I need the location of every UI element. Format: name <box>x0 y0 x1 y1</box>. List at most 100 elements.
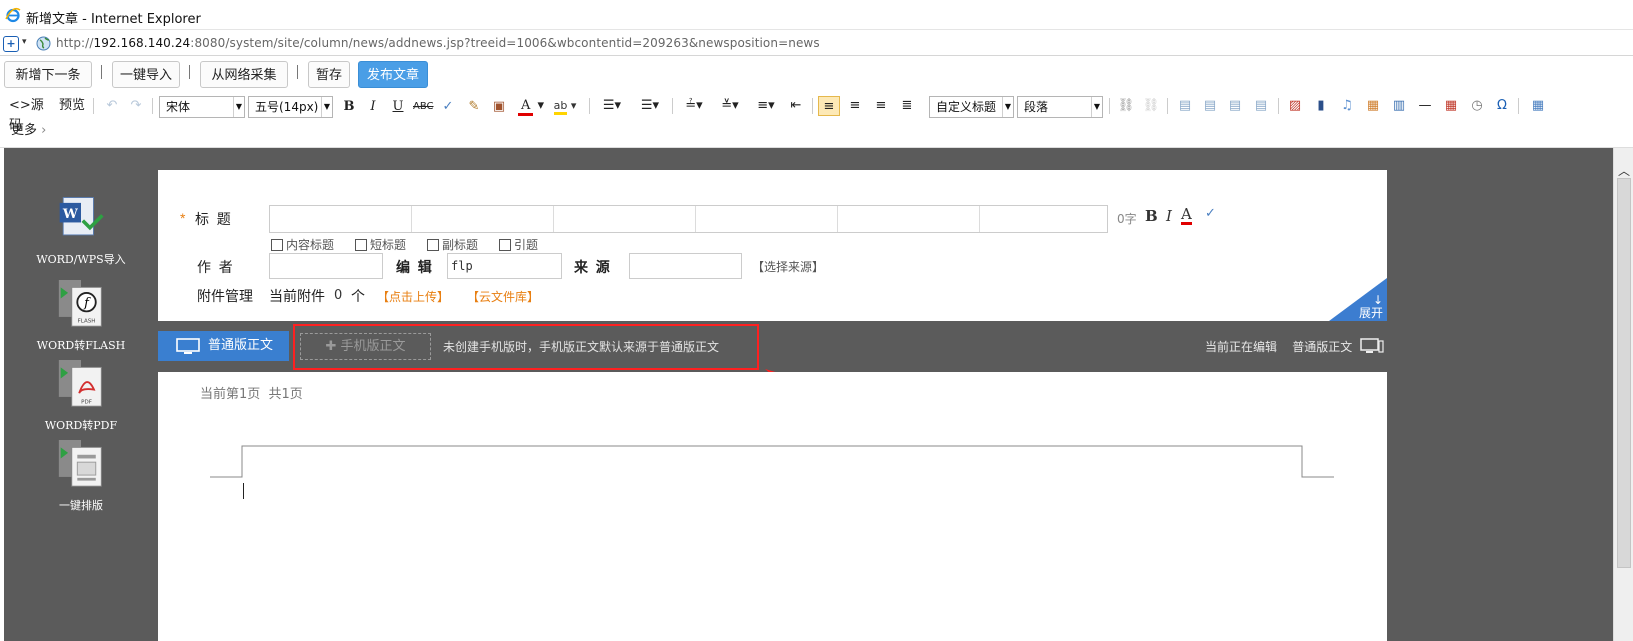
upload-link[interactable]: 【点击上传】 <box>377 288 449 305</box>
preview-button[interactable]: 预览 <box>57 96 87 116</box>
publish-button[interactable]: 发布文章 <box>358 61 428 88</box>
separator <box>1518 98 1519 114</box>
word-wps-import-tool[interactable]: W WORD/WPS导入 <box>26 194 136 267</box>
option-content-title[interactable]: 内容标题 <box>271 236 334 253</box>
select-source-link[interactable]: 【选择来源】 <box>752 258 824 275</box>
cloud-library-link[interactable]: 【云文件库】 <box>467 288 539 305</box>
insert-gallery-icon[interactable]: ▦ <box>1363 96 1383 116</box>
insert-template-icon[interactable]: ▥ <box>1389 96 1409 116</box>
bold-icon[interactable]: B <box>340 97 358 117</box>
redo-icon[interactable]: ↷ <box>126 96 146 116</box>
paragraph-value: 段落 <box>1024 100 1049 114</box>
chevron-down-icon: ▼ <box>321 97 332 117</box>
auto-format-icon <box>58 440 102 487</box>
title-spellcheck-icon[interactable]: ✓ <box>1205 206 1216 221</box>
line-height-icon[interactable]: ≡▾ <box>751 96 781 116</box>
document-panel[interactable] <box>158 372 1387 641</box>
url-host: 192.168.140.24 <box>93 36 191 50</box>
align-center-icon[interactable]: ≡ <box>845 96 865 116</box>
underline-icon[interactable]: U <box>389 97 407 117</box>
internet-explorer-icon <box>5 7 21 23</box>
window-titlebar: 新增文章 - Internet Explorer <box>0 0 1633 30</box>
ordered-list-icon[interactable]: ☰▾ <box>597 96 627 116</box>
image-right-icon[interactable]: ▤ <box>1225 96 1245 116</box>
paragraph-spacing-after-icon[interactable]: ≚▾ <box>715 96 745 116</box>
paragraph-spacing-before-icon[interactable]: ≟▾ <box>679 96 709 116</box>
align-left-icon[interactable]: ≡ <box>818 96 840 116</box>
horizontal-rule-icon[interactable]: — <box>1415 96 1435 116</box>
align-justify-icon[interactable]: ≣ <box>897 96 917 116</box>
font-color-icon[interactable]: A ▾ <box>514 96 548 116</box>
chevron-down-icon: ▾ <box>22 37 27 47</box>
option-lead-title[interactable]: 引题 <box>499 236 538 253</box>
separator <box>1278 98 1279 114</box>
source-input[interactable] <box>629 253 742 279</box>
option-short-title[interactable]: 短标题 <box>355 236 406 253</box>
title-italic-icon[interactable]: I <box>1166 207 1172 225</box>
word-to-flash-tool[interactable]: f FLASH WORD转FLASH <box>26 280 136 353</box>
special-char-icon[interactable]: Ω <box>1492 96 1512 116</box>
scrollbar-thumb[interactable] <box>1617 178 1631 568</box>
tool-label: WORD转FLASH <box>36 339 126 352</box>
font-size-select[interactable]: 五号(14px) ▼ <box>248 96 333 118</box>
title-input[interactable] <box>269 205 1108 233</box>
image-left-icon[interactable]: ▤ <box>1175 96 1195 116</box>
align-right-icon[interactable]: ≡ <box>871 96 891 116</box>
checkbox[interactable] <box>499 239 511 251</box>
tab-normal-version[interactable]: 普通版正文 <box>158 331 289 361</box>
title-color-icon[interactable]: A <box>1181 206 1192 225</box>
more-button[interactable]: 更多 › <box>11 121 61 141</box>
chevron-down-icon: ▼ <box>1091 97 1102 117</box>
checkbox[interactable] <box>271 239 283 251</box>
undo-icon[interactable]: ↶ <box>102 96 122 116</box>
new-tab-button[interactable]: + ▾ <box>3 36 31 52</box>
vertical-scrollbar[interactable]: ︿ <box>1613 148 1633 641</box>
auto-format-tool[interactable]: 一键排版 <box>26 440 136 513</box>
paragraph-select[interactable]: 段落 ▼ <box>1017 96 1103 118</box>
option-subtitle[interactable]: 副标题 <box>427 236 478 253</box>
web-collect-button[interactable]: 从网络采集 <box>200 61 288 88</box>
editor-input[interactable]: flp <box>447 253 562 279</box>
char-count: 0字 <box>1117 212 1137 226</box>
url-text[interactable]: http://192.168.140.24:8080/system/site/c… <box>56 36 820 50</box>
unlink-icon[interactable]: ⛓ <box>1141 96 1161 116</box>
paste-icon[interactable]: ▣ <box>489 97 509 117</box>
action-bar: 新增下一条 一键导入 从网络采集 暂存 发布文章 <box>0 57 1633 92</box>
link-icon[interactable]: ⛓ <box>1116 96 1136 116</box>
custom-heading-select[interactable]: 自定义标题 ▼ <box>929 96 1014 118</box>
insert-image-icon[interactable]: ▨ <box>1285 96 1305 116</box>
title-bold-icon[interactable]: B <box>1145 207 1158 225</box>
indent-icon[interactable]: ⇤ <box>786 96 806 116</box>
strikethrough-icon[interactable]: ABC <box>413 97 434 117</box>
spellcheck-icon[interactable]: ✓ <box>438 97 458 117</box>
insert-music-icon[interactable]: ♫ <box>1337 96 1357 116</box>
highlight-color-icon[interactable]: ab ▾ <box>549 96 581 116</box>
image-none-icon[interactable]: ▤ <box>1200 96 1220 116</box>
svg-text:FLASH: FLASH <box>78 318 96 324</box>
insert-video-icon[interactable]: ▮ <box>1311 96 1331 116</box>
attachment-count: 0 <box>334 288 343 303</box>
new-next-button[interactable]: 新增下一条 <box>4 61 92 88</box>
globe-icon <box>36 36 51 51</box>
expand-button[interactable]: ↓ 展开 <box>1329 278 1387 321</box>
checkbox[interactable] <box>355 239 367 251</box>
one-click-import-button[interactable]: 一键导入 <box>112 61 180 88</box>
insert-table-icon[interactable]: ▦ <box>1527 96 1549 116</box>
insert-date-icon[interactable]: ▦ <box>1441 96 1461 116</box>
font-family-select[interactable]: 宋体 ▼ <box>159 96 245 118</box>
checkbox[interactable] <box>427 239 439 251</box>
image-center-icon[interactable]: ▤ <box>1251 96 1271 116</box>
unordered-list-icon[interactable]: ☰▾ <box>635 96 665 116</box>
url-path: :8080/system/site/column/news/addnews.js… <box>190 36 820 50</box>
author-input[interactable] <box>269 253 383 279</box>
italic-icon[interactable]: I <box>364 97 382 117</box>
editing-status-label: 当前正在编辑 <box>1205 340 1278 354</box>
source-button[interactable]: <>源码 <box>9 96 53 133</box>
insert-time-icon[interactable]: ◷ <box>1467 96 1487 116</box>
tool-label: WORD/WPS导入 <box>36 253 126 266</box>
separator <box>672 98 673 114</box>
page-margin-guides <box>210 445 1334 478</box>
save-draft-button[interactable]: 暂存 <box>308 61 350 88</box>
word-to-pdf-tool[interactable]: PDF WORD转PDF <box>26 360 136 433</box>
format-painter-icon[interactable]: ✎ <box>464 97 484 117</box>
